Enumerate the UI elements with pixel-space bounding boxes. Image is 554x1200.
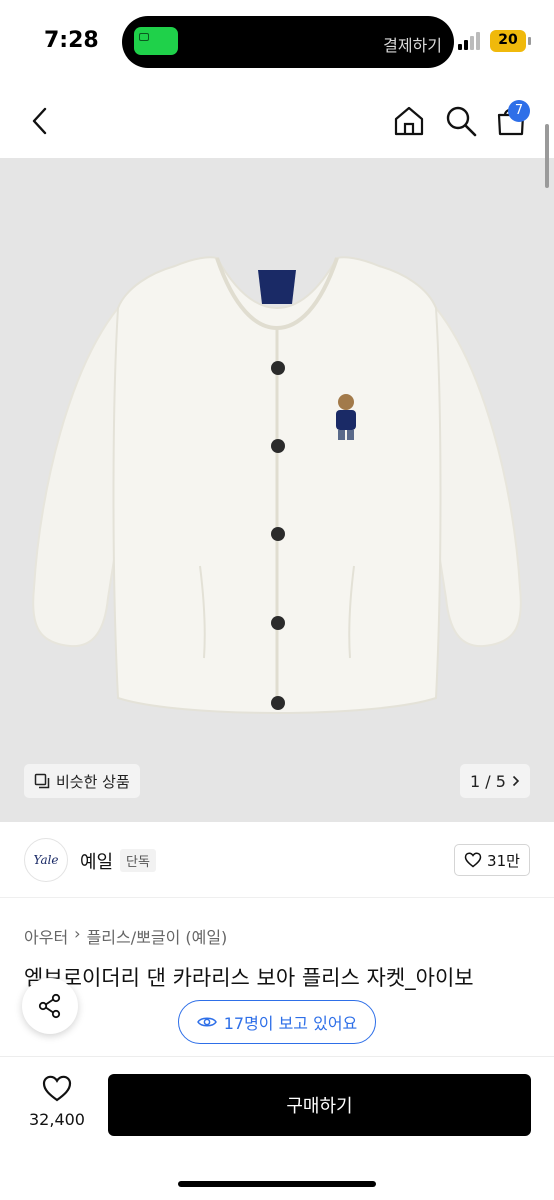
wishlist-count: 32,400 bbox=[29, 1110, 85, 1129]
battery-level: 20 bbox=[498, 32, 518, 48]
home-indicator[interactable] bbox=[178, 1181, 376, 1187]
product-title: 엠브로이더리 댄 카라리스 보아 플리스 자켓_아이보 bbox=[24, 966, 474, 990]
eye-icon bbox=[196, 1017, 217, 1027]
island-label: 결제하기 bbox=[383, 36, 442, 55]
cart-badge: 7 bbox=[508, 100, 530, 122]
similar-products-label: 비슷한 상품 bbox=[56, 772, 130, 791]
top-nav bbox=[0, 84, 554, 158]
home-icon[interactable] bbox=[392, 104, 426, 138]
chevron-right-icon bbox=[512, 775, 520, 787]
copy-icon bbox=[34, 773, 50, 789]
brand-name[interactable]: 예일 bbox=[80, 848, 113, 874]
image-page-indicator[interactable]: 1 / 5 bbox=[460, 764, 530, 798]
product-image[interactable]: 비슷한 상품 1 / 5 bbox=[0, 158, 554, 822]
share-icon bbox=[38, 993, 61, 1019]
brand-logo[interactable]: Yale bbox=[24, 838, 68, 882]
search-icon[interactable] bbox=[444, 104, 478, 138]
breadcrumb-item-outer[interactable]: 아우터 bbox=[24, 924, 68, 948]
brand-row: Yale 예일 단독 31만 bbox=[0, 822, 554, 898]
scroll-indicator[interactable] bbox=[545, 124, 549, 188]
brand-like-button[interactable]: 31만 bbox=[454, 844, 530, 876]
share-button[interactable] bbox=[22, 978, 78, 1034]
dynamic-island[interactable]: 결제하기 bbox=[122, 16, 454, 68]
heart-icon bbox=[42, 1075, 72, 1102]
heart-icon bbox=[464, 852, 482, 868]
status-time: 7:28 bbox=[44, 28, 99, 53]
jacket-illustration bbox=[32, 256, 522, 714]
battery-icon: 20 bbox=[490, 30, 526, 52]
bottom-action-bar: 32,400 구매하기 bbox=[0, 1056, 554, 1200]
wishlist-button[interactable]: 32,400 bbox=[24, 1075, 90, 1129]
breadcrumb-separator: › bbox=[74, 924, 81, 943]
buy-button[interactable]: 구매하기 bbox=[108, 1074, 531, 1136]
brand-logo-text: Yale bbox=[33, 853, 59, 867]
page-indicator-text: 1 / 5 bbox=[470, 771, 506, 791]
viewers-badge: 17명이 보고 있어요 bbox=[178, 1000, 376, 1044]
back-icon[interactable] bbox=[28, 106, 52, 136]
breadcrumb-item-fleece[interactable]: 플리스/뽀글이 (예일) bbox=[87, 924, 228, 948]
viewers-text: 17명이 보고 있어요 bbox=[223, 1014, 358, 1033]
battery-tip bbox=[528, 37, 531, 45]
breadcrumb: 아우터 › 플리스/뽀글이 (예일) bbox=[24, 924, 227, 948]
signal-icon bbox=[458, 32, 484, 50]
status-bar: 7:28 결제하기 20 bbox=[0, 0, 554, 84]
exclusive-badge: 단독 bbox=[120, 849, 156, 872]
brand-like-count: 31만 bbox=[487, 851, 520, 870]
pay-app-icon bbox=[134, 27, 178, 55]
similar-products-button[interactable]: 비슷한 상품 bbox=[24, 764, 140, 798]
